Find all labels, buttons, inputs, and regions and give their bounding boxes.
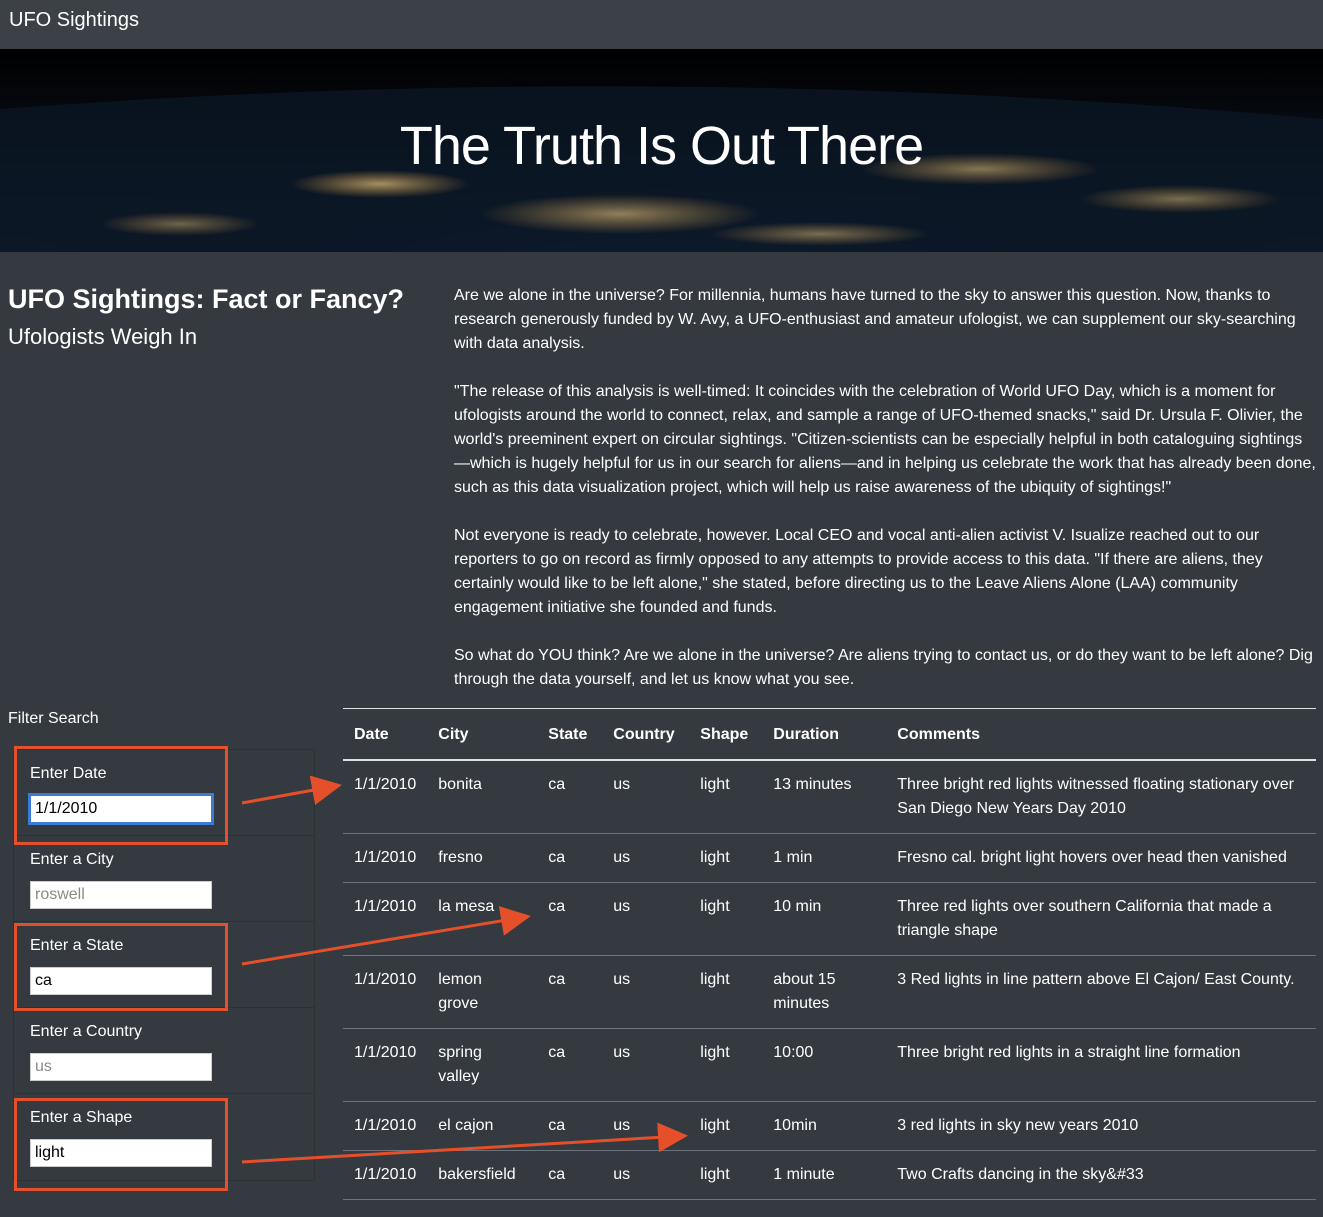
navbar-brand[interactable]: UFO Sightings xyxy=(9,9,139,31)
hero-title: The Truth Is Out There xyxy=(399,116,924,176)
table-row: 1/1/2010 fresno ca us light 1 min Fresno cal. … xyxy=(343,833,1316,883)
date-label: Enter Date xyxy=(30,765,107,782)
table-cell: 1/1/2010 xyxy=(343,1150,428,1200)
sightings-table-container: Date City State Country Shape Duration C… xyxy=(343,708,1316,1200)
page-heading: UFO Sightings: Fact or Fancy? xyxy=(8,284,405,314)
table-row: 1/1/2010 el cajon ca us light 10min 3 red ligh… xyxy=(343,1101,1316,1151)
sightings-table: Date City State Country Shape Duration C… xyxy=(343,708,1316,1200)
table-cell: 1/1/2010 xyxy=(343,882,428,956)
table-cell: 1/1/2010 xyxy=(343,1028,428,1102)
hero-banner: The Truth Is Out There xyxy=(0,49,1323,252)
table-cell: la mesa xyxy=(427,882,538,956)
table-row: 1/1/2010 lemon grove ca us light about 15 min… xyxy=(343,955,1316,1029)
table-cell: ca xyxy=(537,1101,603,1151)
column-header: Country xyxy=(602,708,690,761)
table-cell: ca xyxy=(537,955,603,1029)
page-subheading: Ufologists Weigh In xyxy=(8,324,198,349)
table-cell: fresno xyxy=(427,833,538,883)
table-cell: spring valley xyxy=(427,1028,538,1102)
table-cell: Three bright red lights witnessed floati… xyxy=(886,760,1316,834)
table-cell: light xyxy=(689,1101,763,1151)
table-cell: el cajon xyxy=(427,1101,538,1151)
table-cell: 3 Red lights in line pattern above El Ca… xyxy=(886,955,1316,1029)
table-row: 1/1/2010 bonita ca us light 13 minutes Three b… xyxy=(343,760,1316,834)
column-header: Date xyxy=(343,708,428,761)
table-cell: ca xyxy=(537,882,603,956)
article-paragraph: So what do YOU think? Are we alone in th… xyxy=(454,647,1313,688)
country-label: Enter a Country xyxy=(30,1023,143,1040)
column-header: Duration xyxy=(762,708,887,761)
table-cell: us xyxy=(602,955,690,1029)
article-paragraph: Not everyone is ready to celebrate, howe… xyxy=(454,527,1263,616)
article-text: Are we alone in the universe? For millen… xyxy=(454,284,1318,716)
city-input[interactable] xyxy=(30,881,212,909)
table-cell: Three bright red lights in a straight li… xyxy=(886,1028,1316,1102)
table-cell: light xyxy=(689,882,763,956)
shape-input[interactable] xyxy=(30,1139,212,1167)
table-cell: us xyxy=(602,1101,690,1151)
table-cell: ca xyxy=(537,833,603,883)
filter-date: Enter Date xyxy=(14,750,314,836)
table-cell: bakersfield xyxy=(427,1150,538,1200)
table-cell: Fresno cal. bright light hovers over hea… xyxy=(886,833,1316,883)
filter-search-title: Filter Search xyxy=(8,710,99,727)
table-cell: 10min xyxy=(762,1101,887,1151)
table-cell: ca xyxy=(537,1028,603,1102)
shape-label: Enter a Shape xyxy=(30,1109,133,1126)
table-row: 1/1/2010 la mesa ca us light 10 min Three red … xyxy=(343,882,1316,956)
table-cell: 1/1/2010 xyxy=(343,833,428,883)
filter-list: Enter Date Enter a City Enter a State En… xyxy=(13,749,315,1181)
column-header: Shape xyxy=(689,708,763,761)
navbar: UFO Sightings xyxy=(0,0,1323,49)
table-cell: 1 minute xyxy=(762,1150,887,1200)
table-cell: bonita xyxy=(427,760,538,834)
table-cell: about 15 minutes xyxy=(762,955,887,1029)
column-header: City xyxy=(427,708,538,761)
table-row: 1/1/2010 bakersfield ca us light 1 minute Two … xyxy=(343,1150,1316,1200)
table-cell: 10:00 xyxy=(762,1028,887,1102)
table-cell: light xyxy=(689,1150,763,1200)
table-cell: light xyxy=(689,760,763,834)
table-row: 1/1/2010 spring valley ca us light 10:00 Three… xyxy=(343,1028,1316,1102)
filter-country: Enter a Country xyxy=(14,1008,314,1094)
table-cell: 1/1/2010 xyxy=(343,955,428,1029)
table-cell: ca xyxy=(537,760,603,834)
table-cell: 1/1/2010 xyxy=(343,1101,428,1151)
table-cell: us xyxy=(602,1150,690,1200)
table-cell: 3 red lights in sky new years 2010 xyxy=(886,1101,1316,1151)
table-cell: Three red lights over southern Californi… xyxy=(886,882,1316,956)
table-cell: 1 min xyxy=(762,833,887,883)
filter-shape: Enter a Shape xyxy=(14,1094,314,1180)
country-input[interactable] xyxy=(30,1053,212,1081)
article-paragraph: Are we alone in the universe? For millen… xyxy=(454,287,1296,352)
table-cell: ca xyxy=(537,1150,603,1200)
state-label: Enter a State xyxy=(30,937,124,954)
table-cell: us xyxy=(602,882,690,956)
filter-city: Enter a City xyxy=(14,836,314,922)
column-header: State xyxy=(537,708,603,761)
state-input[interactable] xyxy=(30,967,212,995)
table-body: 1/1/2010 bonita ca us light 13 minutes Three b… xyxy=(343,760,1316,1200)
column-header: Comments xyxy=(886,708,1316,761)
table-cell: light xyxy=(689,833,763,883)
table-cell: 13 minutes xyxy=(762,760,887,834)
table-cell: light xyxy=(689,955,763,1029)
table-cell: 10 min xyxy=(762,882,887,956)
table-cell: Two Crafts dancing in the sky&#33 xyxy=(886,1150,1316,1200)
table-cell: light xyxy=(689,1028,763,1102)
table-cell: 1/1/2010 xyxy=(343,760,428,834)
table-cell: lemon grove xyxy=(427,955,538,1029)
city-label: Enter a City xyxy=(30,851,114,868)
date-input[interactable] xyxy=(28,793,214,825)
table-cell: us xyxy=(602,833,690,883)
filter-state: Enter a State xyxy=(14,922,314,1008)
table-header-row: Date City State Country Shape Duration C… xyxy=(343,708,1316,761)
table-cell: us xyxy=(602,1028,690,1102)
table-cell: us xyxy=(602,760,690,834)
article-paragraph: "The release of this analysis is well-ti… xyxy=(454,383,1316,496)
